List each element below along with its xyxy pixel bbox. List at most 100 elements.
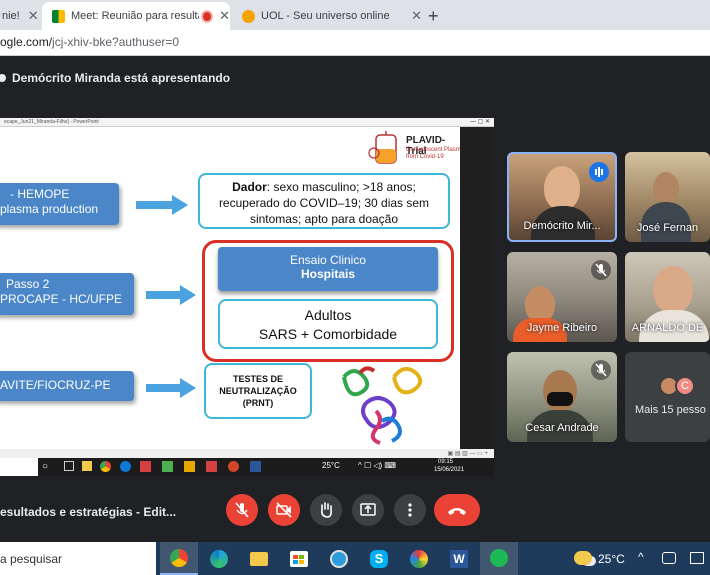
mic-off-icon	[591, 360, 611, 380]
edge-icon	[120, 461, 131, 472]
browser-tab-meet[interactable]: Meet: Reunião para resultad ✕	[42, 2, 230, 30]
word-icon	[250, 461, 261, 472]
folder-icon	[250, 552, 268, 566]
camera-off-icon	[276, 502, 292, 518]
tab-label: UOL - Seu universo online	[261, 10, 390, 22]
close-icon[interactable]: ✕	[411, 8, 422, 24]
participant-tile[interactable]: José Fernan	[625, 152, 710, 242]
participant-name: Jayme Ribeiro	[526, 322, 598, 334]
statusbar-icons: ▣ ▤ ▥ — ▭ +	[447, 451, 488, 457]
left-box-procape: Passo 2 PROCAPE - HC/UFPE	[0, 273, 134, 315]
mic-off-icon	[235, 502, 249, 518]
left-box-line: AVITE/FIOCRUZ-PE	[0, 378, 111, 392]
participant-face	[544, 166, 580, 210]
logo-subtitle2: from Covid-19	[406, 154, 444, 160]
close-icon[interactable]: ✕	[219, 8, 230, 24]
avatar-letter: C	[675, 376, 695, 396]
adultos-box: Adultos SARS + Comorbidade	[218, 299, 438, 349]
tray-battery-icon[interactable]	[690, 552, 704, 564]
app-icon	[162, 461, 173, 472]
chrome-icon	[100, 461, 111, 472]
browser-tab-uol[interactable]: UOL - Seu universo online ✕	[232, 2, 422, 30]
participant-tile[interactable]: Demócrito Mir...	[507, 152, 617, 242]
app-icon	[140, 461, 151, 472]
mic-toggle-button[interactable]	[226, 494, 258, 526]
meet-area: Demócrito Miranda está apresentando ecap…	[0, 56, 710, 542]
new-tab-button[interactable]: +	[428, 2, 452, 30]
powerpoint-titlebar: ecape_Jun21_Miranda-Filho] - PowerPoint …	[0, 118, 494, 127]
tray-icons: ^ ☐ ◁) ⌨	[358, 461, 396, 470]
powerpoint-statusbar: ▣ ▤ ▥ — ▭ +	[0, 449, 494, 458]
search-placeholder: a pesquisar	[0, 552, 63, 566]
present-screen-button[interactable]	[352, 494, 384, 526]
testes-line: (PRNT)	[242, 398, 274, 408]
face-mask	[547, 392, 573, 406]
tray-chevron-icon[interactable]: ^	[638, 550, 644, 564]
arrow-icon	[146, 285, 196, 305]
app-icon	[206, 461, 217, 472]
edge-icon	[210, 550, 228, 568]
slide-side-panel	[460, 127, 494, 449]
url-prefix: ogle.com/	[0, 35, 53, 49]
end-call-button[interactable]	[434, 494, 480, 526]
testes-line: NEUTRALIZAÇÃO	[219, 386, 297, 396]
store-icon	[82, 461, 92, 471]
uol-favicon-icon	[242, 9, 255, 23]
close-icon[interactable]: ✕	[28, 8, 39, 24]
task-view-icon	[64, 461, 74, 471]
presenter-text: Demócrito Miranda está apresentando	[12, 71, 231, 85]
skype-taskbar-button[interactable]: S	[366, 546, 392, 572]
tab-label: nie!	[2, 10, 20, 22]
weather-icon	[574, 551, 592, 565]
participant-tile[interactable]: Cesar Andrade	[507, 352, 617, 442]
edge-taskbar-button[interactable]	[206, 546, 232, 572]
spotify-taskbar-button[interactable]	[480, 542, 518, 575]
chrome-taskbar-button[interactable]	[160, 542, 198, 575]
url-path: jcj-xhiv-bke?authuser=0	[52, 35, 180, 49]
more-options-button[interactable]	[394, 494, 426, 526]
more-participants-tile[interactable]: C Mais 15 pesso	[625, 352, 710, 442]
left-box-fiocruz: AVITE/FIOCRUZ-PE	[0, 371, 134, 401]
raise-hand-button[interactable]	[310, 494, 342, 526]
tray-app-icon[interactable]	[662, 552, 676, 564]
spotify-icon	[490, 549, 508, 567]
taskbar-search-input[interactable]: a pesquisar	[0, 542, 156, 575]
more-vert-icon	[408, 503, 412, 517]
compass-icon	[330, 550, 348, 568]
protein-structure-image	[342, 366, 423, 445]
paint-taskbar-button[interactable]	[406, 546, 432, 572]
participant-tile[interactable]: ARNALDO DE	[625, 252, 710, 342]
blood-bag-icon	[368, 131, 397, 164]
store-taskbar-button[interactable]	[286, 546, 312, 572]
donor-box: Dador: sexo masculino; >18 anos; recuper…	[198, 173, 450, 229]
participant-tile[interactable]: Jayme Ribeiro	[507, 252, 617, 342]
participant-name: ARNALDO DE	[631, 322, 704, 334]
hand-icon	[321, 502, 332, 518]
inner-date: 15/06/2021	[434, 467, 465, 473]
testes-line: TESTES DE	[232, 374, 283, 384]
plavid-logo: PLAVID-Trial Convalescent Plasma from Co…	[368, 131, 464, 169]
powerpoint-window-title: ecape_Jun21_Miranda-Filho] - PowerPoint	[4, 119, 99, 125]
camera-toggle-button[interactable]	[268, 494, 300, 526]
participant-face	[653, 172, 679, 206]
browser-tabbar: nie! ✕ Meet: Reunião para resultad ✕ UOL…	[0, 0, 710, 30]
left-box-line: PROCAPE - HC/UFPE	[0, 292, 123, 306]
word-taskbar-button[interactable]: W	[446, 546, 472, 572]
left-box-line: - HEMOPE	[10, 187, 70, 201]
ensaio-title: Ensaio Clinico	[289, 253, 367, 267]
taskbar-temperature: 25°C	[598, 552, 625, 566]
windows-taskbar: a pesquisar S W 25°C ^	[0, 542, 710, 575]
app-icon	[184, 461, 195, 472]
mic-off-icon	[591, 260, 611, 280]
browser-tab-1[interactable]: nie! ✕	[0, 2, 44, 30]
presenting-icon	[0, 74, 6, 82]
logo-subtitle: Convalescent Plasma	[406, 147, 465, 153]
meet-favicon-icon	[52, 9, 65, 23]
safari-taskbar-button[interactable]	[326, 546, 352, 572]
testes-box: TESTES DE NEUTRALIZAÇÃO (PRNT)	[204, 363, 312, 419]
hang-up-icon	[448, 508, 466, 515]
address-bar[interactable]: ogle.com/jcj-xhiv-bke?authuser=0	[0, 30, 710, 56]
speaking-indicator-icon	[589, 162, 609, 182]
file-explorer-taskbar-button[interactable]	[246, 546, 272, 572]
meeting-title: esultados e estratégias - Edit...	[0, 505, 177, 519]
